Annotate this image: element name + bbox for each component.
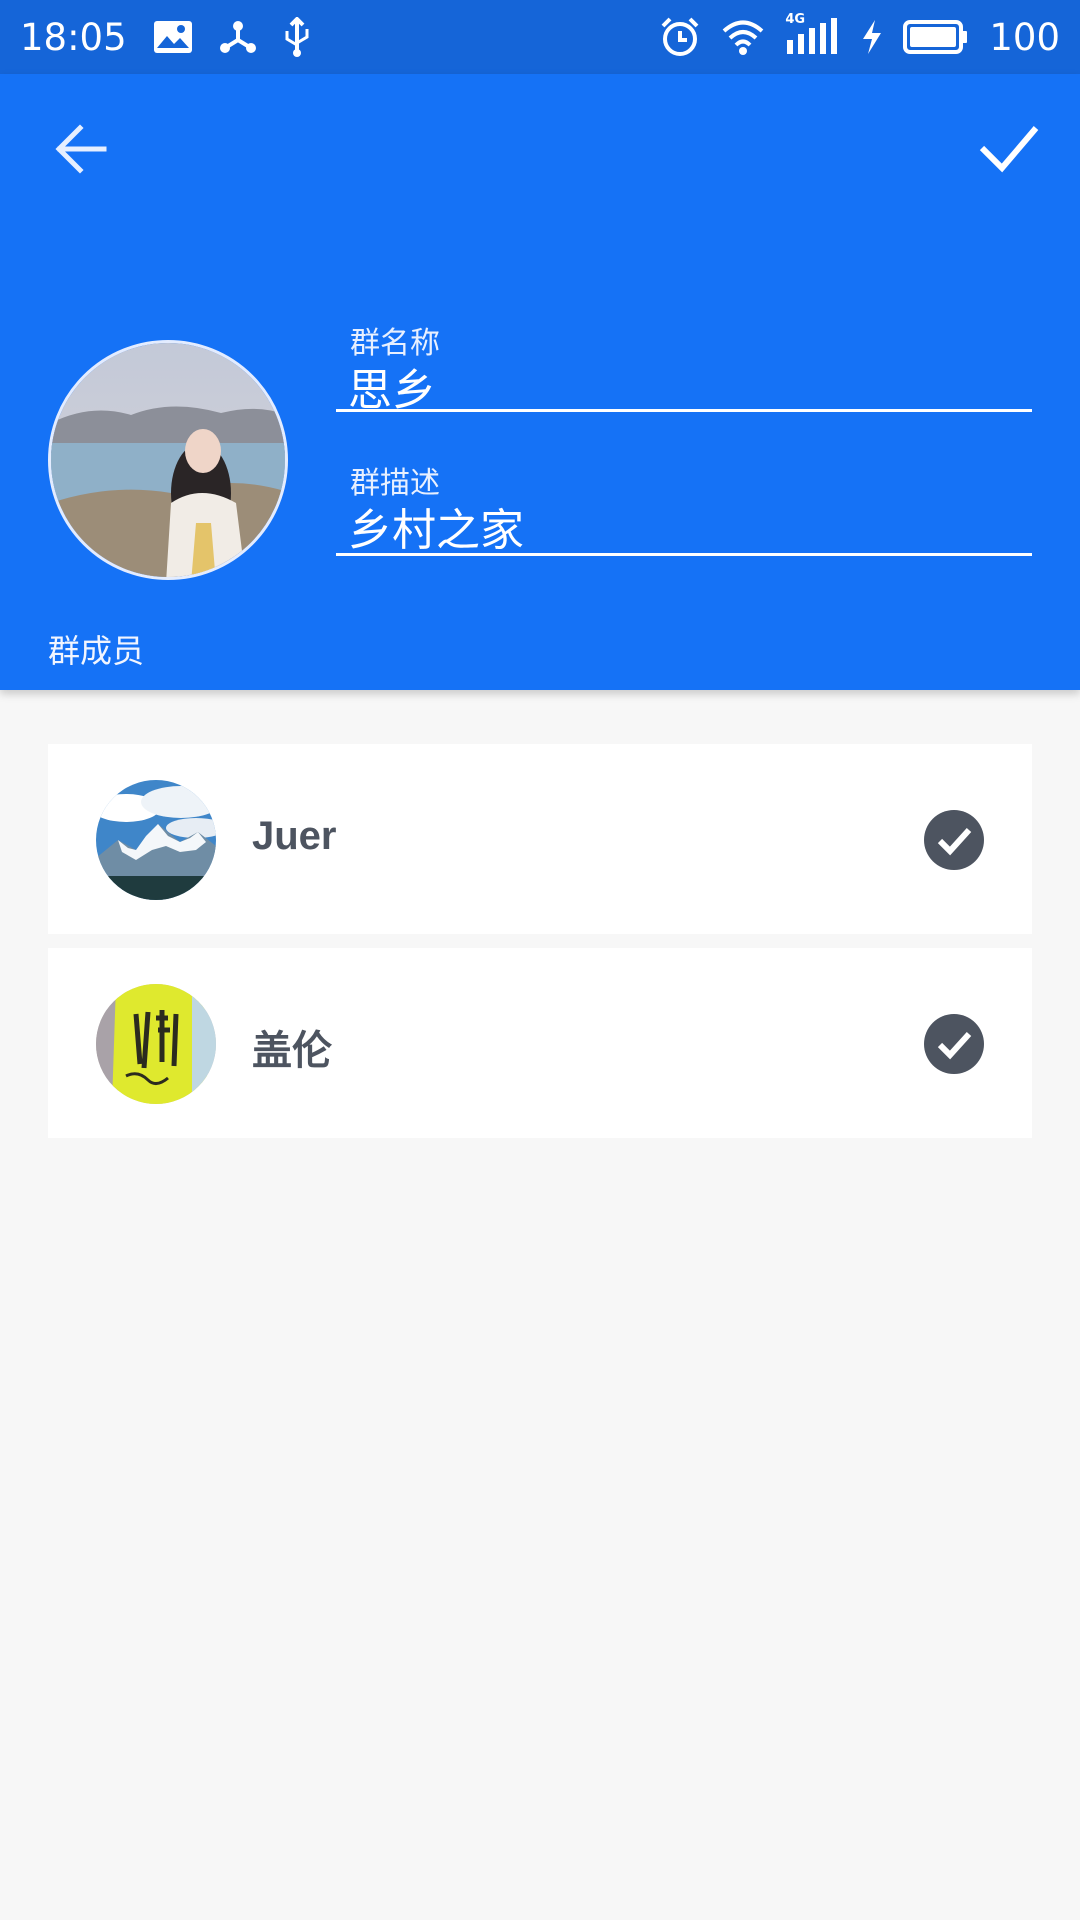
wifi-icon [721,18,765,56]
group-description-field[interactable]: 群描述 乡村之家 [336,458,1032,556]
group-description-value[interactable]: 乡村之家 [348,494,524,558]
members-section-title: 群成员 [48,632,145,670]
image-icon [153,20,193,54]
alarm-icon [659,16,701,58]
battery-level: 100 [989,15,1060,59]
arrow-left-icon [55,124,107,174]
check-icon [979,126,1039,173]
group-edit-header: 群名称 思乡 群描述 乡村之家 群成员 [0,74,1080,690]
check-circle-icon [924,810,984,870]
share-icon [219,18,257,56]
member-item[interactable]: 盖伦 [48,948,1032,1138]
charging-icon [861,19,883,55]
member-selected-checkbox[interactable] [924,810,984,870]
signal-icon: 4G [785,12,841,56]
member-avatar [96,984,216,1104]
member-item[interactable]: Juer [48,744,1032,934]
confirm-button[interactable] [970,114,1050,184]
member-selected-checkbox[interactable] [924,1014,984,1074]
mountain-photo [96,780,216,900]
battery-icon [903,19,969,55]
back-button[interactable] [46,114,126,184]
member-name: Juer [252,814,337,858]
group-name-field[interactable]: 群名称 思乡 [336,318,1032,416]
member-avatar [96,780,216,900]
member-name: 盖伦 [252,1029,332,1073]
usb-icon [283,17,311,57]
group-avatar-image [51,343,285,577]
status-bar: 18:05 4G 100 [0,0,1080,74]
group-avatar[interactable] [48,340,288,580]
check-circle-icon [924,1014,984,1074]
status-time: 18:05 [20,15,127,59]
group-name-value[interactable]: 思乡 [348,354,436,418]
network-type-label: 4G [785,12,806,27]
yellow-cup-photo [96,984,216,1104]
